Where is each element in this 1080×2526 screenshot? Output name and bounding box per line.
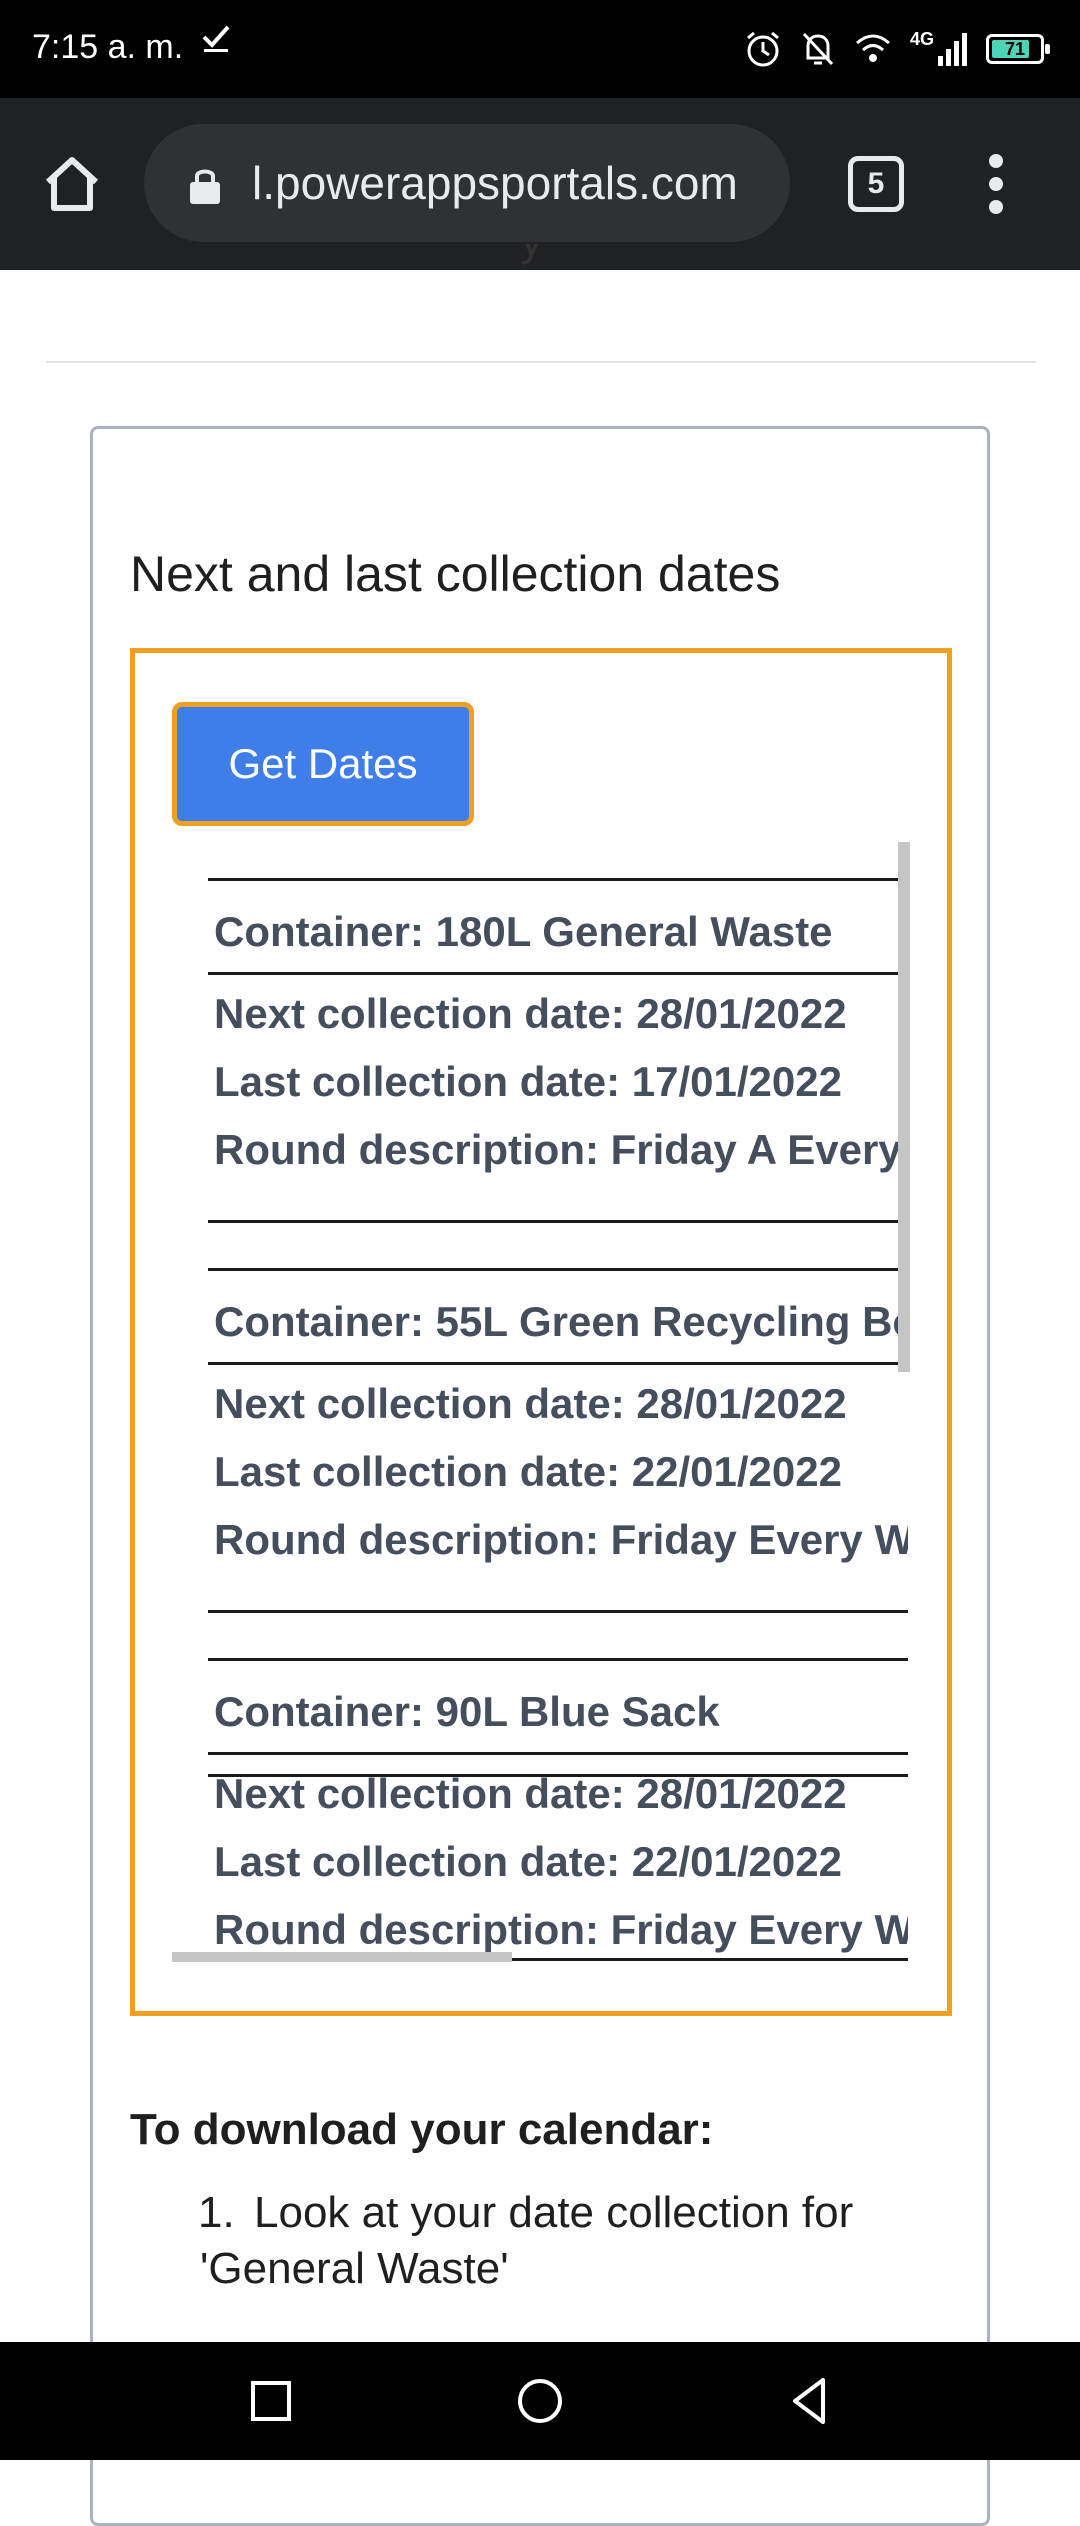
lock-icon[interactable] [188,166,222,211]
container-label: Container: 180L General Waste [214,908,833,955]
download-title: To download your calendar: [130,2105,714,2154]
url-bar[interactable]: l.powerappsportals.com [144,124,790,242]
menu-icon[interactable] [976,154,1016,218]
navigation-bar [0,2342,1080,2460]
battery-icon: 71 [986,34,1050,64]
url-text[interactable]: l.powerappsportals.com [252,156,738,210]
alarm-icon [747,31,779,67]
last-collection-date: Last collection date: 17/01/2022 [214,1058,842,1105]
back-icon[interactable] [775,2366,845,2436]
home-circle-icon[interactable] [505,2366,575,2436]
container-label: Container: 55L Green Recycling Bo [214,1298,908,1345]
home-icon[interactable] [40,152,104,216]
battery-level: 71 [1004,39,1026,59]
status-bar: 7:15 a. m. 4G 71 [0,0,1080,98]
status-time: 7:15 a. m. [32,28,184,66]
check-icon [200,22,232,64]
horizontal-scrollbar[interactable] [172,1952,512,1962]
signal-icon [938,33,967,66]
round-description: Round description: Friday A Every [214,1126,902,1173]
tabs-icon[interactable]: 5 [848,156,904,212]
step-text: Look at your date collection for 'Genera… [200,2188,854,2293]
next-collection-date: Next collection date: 28/01/2022 [214,1770,847,1817]
cut-off-text: y [520,244,560,272]
round-description: Round description: Friday Every We [214,1516,908,1563]
bell-off-icon [802,32,834,66]
step-number: 1. [198,2188,235,2237]
wifi-icon [855,34,890,62]
next-collection-date: Next collection date: 28/01/2022 [214,990,847,1037]
divider [46,361,1036,363]
collection-list[interactable]: Container: 180L General Waste Next colle… [208,842,908,1962]
last-collection-date: Last collection date: 22/01/2022 [214,1448,842,1495]
last-collection-date: Last collection date: 22/01/2022 [214,1838,842,1885]
next-collection-date: Next collection date: 28/01/2022 [214,1380,847,1427]
container-label: Container: 90L Blue Sack [214,1688,720,1735]
get-dates-button[interactable]: Get Dates [172,702,474,826]
step-item: 1. Look at your date collection for 'Gen… [198,2185,940,2297]
round-description: Round description: Friday Every We [214,1906,908,1953]
vertical-scrollbar[interactable] [898,842,910,1372]
recents-icon[interactable] [236,2366,306,2436]
section-title: Next and last collection dates [130,546,781,602]
network-label: 4G [909,28,934,49]
